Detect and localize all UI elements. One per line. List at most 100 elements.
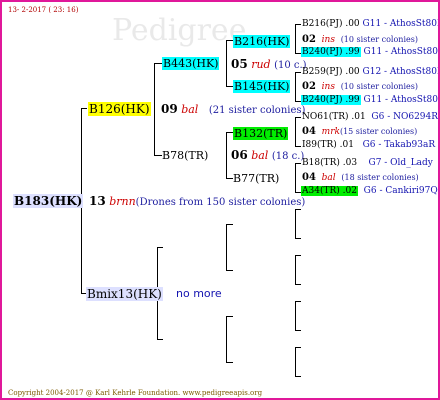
- r3-mating: 04 mrk(15 sister colonies): [302, 127, 417, 137]
- b78-race: bal: [251, 149, 269, 162]
- tree-line: [295, 163, 296, 193]
- dam-mating: 09 bal (21 sister colonies): [161, 103, 305, 116]
- r2-line-b: B240(PJ) .99 G11 - AthosSt80R: [301, 95, 440, 105]
- sire-queen[interactable]: Bmix13(HK): [86, 287, 163, 301]
- tree-line: [295, 301, 301, 302]
- tree-line: [226, 316, 233, 317]
- r4-desc: (18 sister colonies): [341, 173, 419, 182]
- tree-line: [295, 330, 301, 331]
- r4-line-b: A34(TR) .02 G6 - Cankiri97Q: [301, 186, 438, 196]
- tree-line: [295, 209, 296, 239]
- r3-line-a: NO61(TR) .01 G6 - NO6294R: [302, 113, 438, 122]
- b78-num: 06: [231, 148, 248, 162]
- root-desc: (Drones from 150 sister colonies): [135, 197, 306, 208]
- r3-a[interactable]: NO61(TR) .01: [302, 112, 366, 122]
- tree-line: [226, 362, 233, 363]
- r2-num: 02: [302, 81, 316, 92]
- b78-desc: (18 c.): [271, 151, 305, 162]
- sire-no-more: no more: [176, 287, 222, 300]
- r4-a-gen: G7 - Old_Lady: [368, 158, 433, 168]
- tree-line: [226, 132, 227, 179]
- b443-queen[interactable]: B443(HK): [162, 57, 220, 70]
- tree-line: [154, 63, 155, 156]
- tree-line: [295, 347, 301, 348]
- tree-line: [154, 63, 162, 64]
- root-queen[interactable]: B183(HK): [13, 194, 84, 208]
- tree-line: [295, 24, 296, 54]
- tree-line: [295, 238, 301, 239]
- dam-desc: (21 sister colonies): [208, 105, 306, 116]
- copyright-footer: Copyright 2004-2017 @ Karl Kehrle Founda…: [8, 389, 263, 397]
- b443-mating: 05 rud (10 c.): [231, 58, 307, 71]
- tree-line: [226, 224, 233, 225]
- r1-num: 02: [302, 34, 316, 45]
- r3-b-gen: G6 - Takab93aR: [362, 140, 436, 150]
- r1-desc: (10 sister colonies): [340, 35, 418, 44]
- r4-b-gen: G6 - Cankiri97Q: [363, 186, 438, 196]
- r3-num: 04: [302, 126, 316, 137]
- tree-line: [295, 117, 301, 118]
- pedigree-frame: Pedigree 13- 2-2017 ( 23: 16) B183(HK) 1…: [0, 0, 440, 400]
- tree-line: [295, 117, 296, 147]
- tree-line: [295, 72, 301, 73]
- r4-num: 04: [302, 172, 316, 183]
- r3-race: mrk: [321, 127, 340, 137]
- tree-line: [295, 146, 301, 147]
- tree-line: [295, 301, 296, 331]
- r2-mating: 02 ins (10 sister colonies): [302, 82, 418, 92]
- tree-line: [226, 270, 233, 271]
- r1-a-gen: G11 - AthosSt80R: [362, 19, 440, 29]
- tree-line: [295, 347, 296, 377]
- r2-desc: (10 sister colonies): [340, 82, 418, 91]
- b216-queen[interactable]: B216(HK): [233, 35, 291, 48]
- tree-line: [295, 163, 301, 164]
- r1-b[interactable]: B240(PJ) .99: [301, 47, 361, 57]
- r3-line-b: I89(TR) .01 G6 - Takab93aR: [302, 141, 435, 150]
- r3-a-gen: G6 - NO6294R: [371, 112, 439, 122]
- tree-line: [295, 24, 301, 25]
- r1-mating: 02 ins (10 sister colonies): [302, 35, 418, 45]
- print-date: 13- 2-2017 ( 23: 16): [8, 6, 79, 14]
- b145-queen[interactable]: B145(HK): [233, 80, 291, 93]
- root-race: brnn: [109, 195, 136, 208]
- r3-b[interactable]: I89(TR) .01: [302, 140, 354, 150]
- r2-b[interactable]: B240(PJ) .99: [301, 95, 361, 105]
- tree-line: [295, 72, 296, 102]
- tree-line: [226, 132, 233, 133]
- r4-a[interactable]: B18(TR) .03: [302, 158, 357, 168]
- tree-line: [295, 284, 301, 285]
- root-num: 13: [89, 194, 106, 208]
- b78-queen[interactable]: B78(TR): [162, 150, 208, 161]
- r1-line-b: B240(PJ) .99 G11 - AthosSt80R: [301, 47, 440, 57]
- tree-line: [226, 40, 233, 41]
- r1-race: ins: [321, 35, 335, 45]
- tree-line: [295, 376, 301, 377]
- r4-b[interactable]: A34(TR) .02: [301, 186, 358, 196]
- dam-num: 09: [161, 102, 178, 116]
- r2-a[interactable]: B259(PJ) .00: [302, 67, 360, 77]
- tree-line: [295, 255, 296, 285]
- r4-mating: 04 bal (18 sister colonies): [302, 173, 419, 183]
- r3-desc: (15 sister colonies): [339, 127, 418, 136]
- r1-b-gen: G11 - AthosSt80R: [363, 47, 440, 57]
- tree-line: [154, 155, 162, 156]
- b443-num: 05: [231, 57, 248, 71]
- b77-queen[interactable]: B77(TR): [233, 173, 279, 184]
- dam-race: bal: [181, 103, 199, 116]
- r1-a[interactable]: B216(PJ) .00: [302, 19, 360, 29]
- tree-line: [226, 40, 227, 87]
- tree-line: [157, 339, 163, 340]
- b78-mating: 06 bal (18 c.): [231, 149, 304, 162]
- r2-a-gen: G12 - AthosSt80R: [362, 67, 440, 77]
- tree-line: [226, 316, 227, 363]
- r4-line-a: B18(TR) .03 G7 - Old_Lady: [302, 159, 433, 168]
- dam-queen[interactable]: B126(HK): [88, 102, 151, 116]
- r2-race: ins: [321, 82, 335, 92]
- tree-line: [226, 86, 233, 87]
- r2-line-a: B259(PJ) .00 G12 - AthosSt80R: [302, 67, 440, 77]
- tree-line: [81, 108, 87, 109]
- b443-race: rud: [251, 58, 271, 71]
- b132-queen[interactable]: B132(TR): [233, 127, 289, 140]
- tree-line: [226, 178, 233, 179]
- r2-b-gen: G11 - AthosSt80R: [363, 95, 440, 105]
